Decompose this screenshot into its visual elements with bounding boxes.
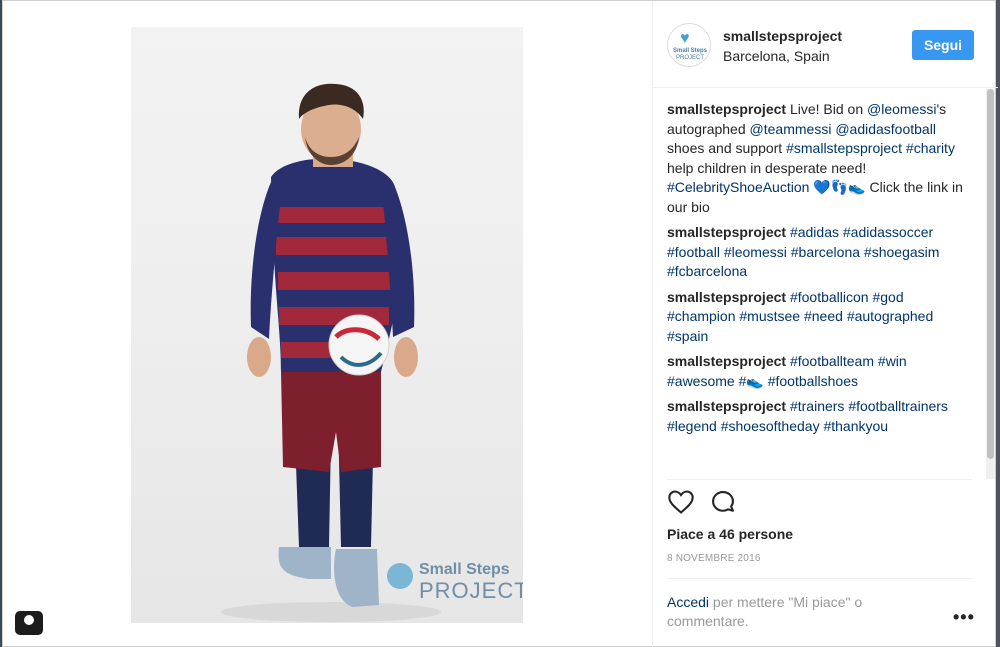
divider	[667, 479, 972, 480]
hashtag-link[interactable]: #👟	[739, 373, 764, 389]
hashtag-link[interactable]: #shoesoftheday	[721, 418, 820, 434]
like-button[interactable]	[667, 488, 695, 516]
post-photo: Small Steps PROJECT	[131, 27, 523, 623]
hashtag-link[interactable]: #champion	[667, 308, 736, 324]
hashtag-link[interactable]: #legend	[667, 418, 717, 434]
hashtag-link[interactable]: #autographed	[847, 308, 933, 324]
hashtag-link[interactable]: #smallstepsproject	[786, 140, 902, 156]
hashtag-link[interactable]: #win	[878, 353, 907, 369]
hashtag-link[interactable]: #trainers	[790, 398, 844, 414]
hashtag-link[interactable]: #football	[667, 244, 720, 260]
hashtag-link[interactable]: #adidassoccer	[843, 224, 933, 240]
comment-item: smallstepsproject #trainers #footballtra…	[667, 397, 972, 436]
hashtag-link[interactable]: #leomessi	[724, 244, 787, 260]
avatar-text-subtitle: PROJECT	[675, 55, 704, 61]
hashtag-link[interactable]: #adidas	[790, 224, 839, 240]
comment-button[interactable]	[709, 488, 737, 516]
comment-username[interactable]: smallstepsproject	[667, 289, 786, 305]
post-sidebar: ♥ Small Steps PROJECT smallstepsproject …	[652, 1, 998, 647]
hashtag-link[interactable]: #footballteam	[790, 353, 874, 369]
hashtag-link[interactable]: @teammessi	[750, 121, 832, 137]
comment-text: Live! Bid on	[786, 101, 867, 117]
comment-username[interactable]: smallstepsproject	[667, 224, 786, 240]
hashtag-link[interactable]: #thankyou	[823, 418, 888, 434]
hashtag-link[interactable]: #shoegasim	[864, 244, 940, 260]
comments-list: smallstepsproject Live! Bid on @leomessi…	[667, 100, 972, 442]
hashtag-link[interactable]: #charity	[906, 140, 955, 156]
comment-text: shoes and support	[667, 140, 787, 156]
comment-item: smallstepsproject #footballteam #win #aw…	[667, 352, 972, 391]
hashtag-link[interactable]: #footballshoes	[768, 373, 858, 389]
hashtag-link[interactable]: #spain	[667, 328, 708, 344]
avatar[interactable]: ♥ Small Steps PROJECT	[667, 23, 711, 67]
comment-item: smallstepsproject #footballicon #god #ch…	[667, 288, 972, 347]
comment-item: smallstepsproject Live! Bid on @leomessi…	[667, 100, 972, 217]
more-options-button[interactable]: •••	[953, 607, 975, 628]
login-prompt: Accedi per mettere "Mi piace" o commenta…	[667, 593, 937, 631]
username-link[interactable]: smallstepsproject	[723, 28, 842, 44]
hashtag-link[interactable]: #footballicon	[790, 289, 869, 305]
login-link[interactable]: Accedi	[667, 594, 709, 610]
divider	[667, 578, 972, 579]
comment-item: smallstepsproject #adidas #adidassoccer …	[667, 223, 972, 282]
hashtag-link[interactable]: #footballtrainers	[848, 398, 948, 414]
post-date[interactable]: 8 NOVEMBRE 2016	[667, 553, 761, 564]
hashtag-link[interactable]: #fcbarcelona	[667, 263, 747, 279]
hashtag-link[interactable]: #need	[804, 308, 843, 324]
follow-button[interactable]: Segui	[912, 30, 974, 60]
hashtag-link[interactable]: #CelebrityShoeAuction	[667, 179, 809, 195]
comment-text: help children in desperate need!	[667, 159, 867, 176]
watermark-title: Small Steps	[419, 561, 510, 578]
post-modal: Small Steps PROJECT ♥ Small Steps PROJEC…	[2, 0, 998, 647]
watermark-subtitle: PROJECT	[419, 578, 523, 603]
post-header: ♥ Small Steps PROJECT smallstepsproject …	[653, 1, 998, 88]
comment-username[interactable]: smallstepsproject	[667, 398, 786, 414]
comments-scrollbar[interactable]	[986, 89, 995, 479]
hashtag-link[interactable]: @adidasfootball	[835, 121, 936, 137]
hashtag-link[interactable]: #barcelona	[791, 244, 860, 260]
speech-bubble-icon	[712, 491, 734, 512]
camera-icon[interactable]	[15, 611, 43, 635]
player-illustration	[221, 83, 441, 622]
watermark-logo-icon	[387, 563, 413, 589]
heart-logo-icon: ♥	[680, 30, 690, 47]
comment-username[interactable]: smallstepsproject	[667, 101, 786, 117]
scrollbar-thumb[interactable]	[987, 89, 994, 459]
likes-count[interactable]: Piace a 46 persone	[667, 526, 793, 542]
avatar-text-title: Small Steps	[672, 48, 707, 54]
hashtag-link[interactable]: #awesome	[667, 373, 735, 389]
hashtag-link[interactable]: #god	[872, 289, 903, 305]
heart-outline-icon	[668, 490, 694, 514]
location-link[interactable]: Barcelona, Spain	[723, 48, 830, 64]
hashtag-link[interactable]: @leomessi	[867, 101, 936, 117]
comment-username[interactable]: smallstepsproject	[667, 353, 786, 369]
hashtag-link[interactable]: #mustsee	[739, 308, 800, 324]
